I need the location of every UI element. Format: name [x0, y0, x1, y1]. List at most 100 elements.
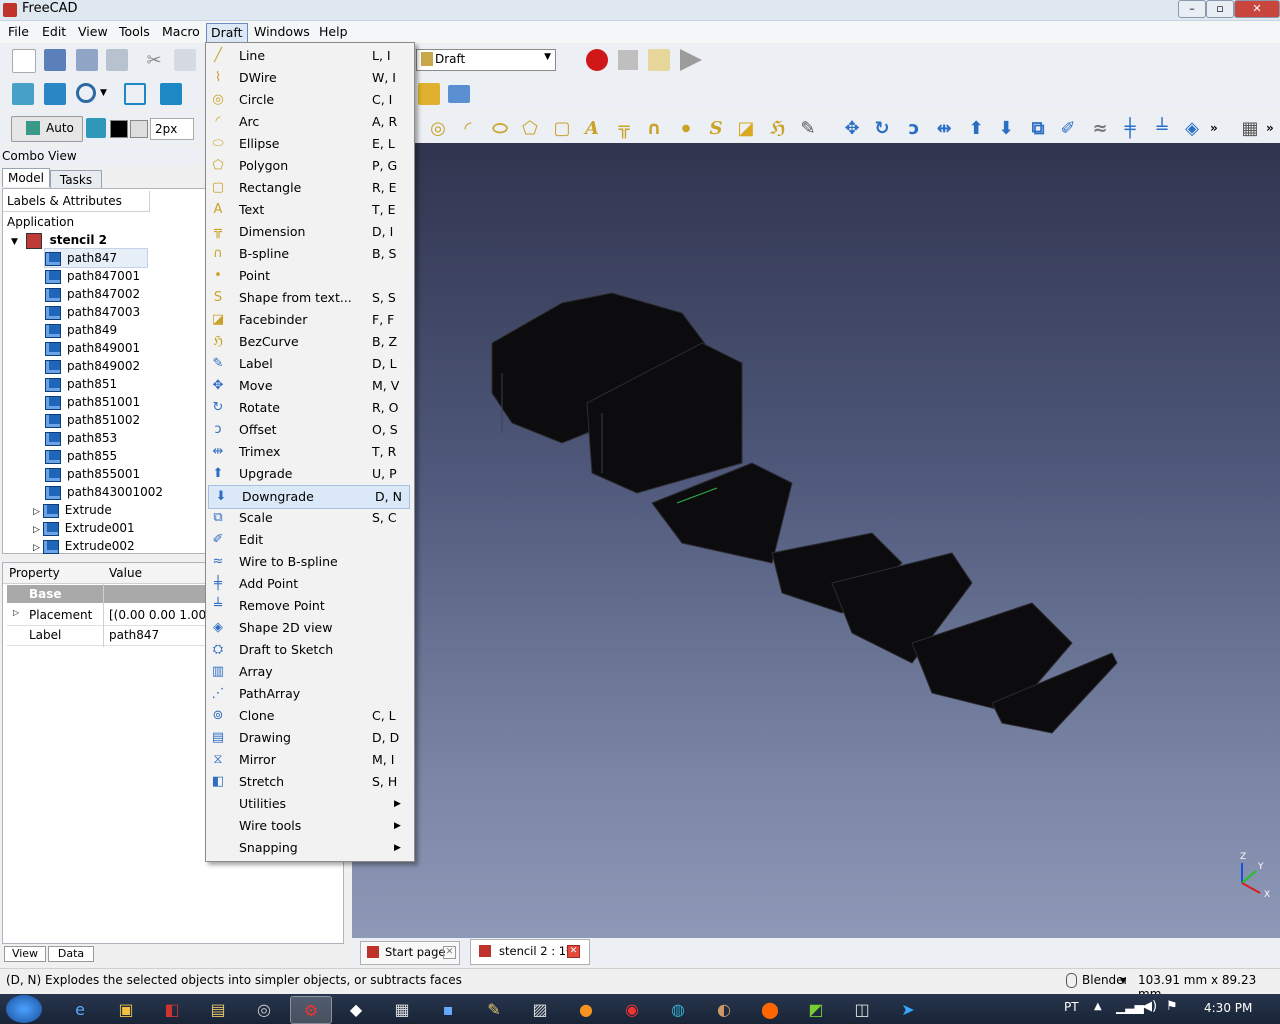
copy-icon[interactable]: [174, 49, 196, 71]
tree-item[interactable]: path851: [45, 375, 117, 393]
menu-item-downgrade[interactable]: ⬇ Downgrade D, N: [208, 485, 410, 509]
menu-item-wire-tools[interactable]: Wire tools ▶: [206, 815, 414, 837]
menu-tools[interactable]: Tools: [115, 23, 154, 41]
menu-item-trimex[interactable]: ⇹ Trimex T, R: [206, 441, 414, 463]
fit-all-icon[interactable]: [12, 83, 34, 105]
menu-item-upgrade[interactable]: ⬆ Upgrade U, P: [206, 463, 414, 485]
save-icon[interactable]: [76, 49, 98, 71]
tree-item[interactable]: path849: [45, 321, 117, 339]
workbench-selector[interactable]: Draft ▼: [416, 49, 556, 71]
tree-item[interactable]: path855: [45, 447, 117, 465]
tab-model[interactable]: Model: [2, 168, 50, 187]
tree-item[interactable]: ▷ Extrude001: [33, 519, 135, 537]
firefox-icon[interactable]: ●: [566, 996, 606, 1022]
expand-arrow-icon[interactable]: ▷: [13, 608, 19, 617]
rectangle-icon[interactable]: ▢: [550, 116, 574, 140]
move-icon[interactable]: ✥: [840, 116, 864, 140]
tree-item[interactable]: ▷ Extrude002: [33, 537, 135, 555]
menu-item-stretch[interactable]: ◧ Stretch S, H: [206, 771, 414, 793]
flag-icon[interactable]: ⚑: [1166, 999, 1178, 1014]
volume-icon[interactable]: ◀): [1142, 999, 1157, 1014]
toolbar-overflow-icon[interactable]: »: [1266, 121, 1274, 135]
app-icon[interactable]: ▨: [520, 996, 560, 1022]
draw-style-icon[interactable]: [76, 83, 96, 103]
bezcurve-icon[interactable]: ℌ: [766, 116, 790, 140]
property-value[interactable]: [(0.00 0.00 1.00); 0...: [109, 608, 209, 622]
app-icon[interactable]: ◫: [842, 996, 882, 1022]
app-icon[interactable]: ✎: [474, 996, 514, 1022]
line-width-spinbox[interactable]: 2px: [150, 118, 194, 140]
remove-point-icon[interactable]: ╧: [1150, 116, 1174, 140]
ellipse-icon[interactable]: ⬭: [488, 116, 512, 140]
telegram-icon[interactable]: ➤: [888, 996, 928, 1022]
menu-item-snapping[interactable]: Snapping ▶: [206, 837, 414, 859]
tab-stencil-document[interactable]: stencil 2 : 1* ✕: [470, 939, 590, 965]
close-tab-icon[interactable]: ✕: [443, 946, 456, 959]
tree-item[interactable]: path851002: [45, 411, 140, 429]
clock[interactable]: 4:30 PM: [1204, 1001, 1252, 1015]
group-icon[interactable]: [448, 85, 470, 103]
tree-document-row[interactable]: ▼ stencil 2: [11, 231, 107, 249]
edit-icon[interactable]: ✐: [1056, 116, 1080, 140]
cut-icon[interactable]: ✂: [142, 48, 166, 72]
start-button[interactable]: [6, 995, 42, 1023]
menu-item-drawing[interactable]: ▤ Drawing D, D: [206, 727, 414, 749]
menu-item-add-point[interactable]: ╪ Add Point: [206, 573, 414, 595]
app-icon[interactable]: ▪: [428, 996, 468, 1022]
tree-item[interactable]: path847: [44, 248, 148, 268]
menu-item-point[interactable]: • Point: [206, 265, 414, 287]
menu-item-rotate[interactable]: ↻ Rotate R, O: [206, 397, 414, 419]
tree-item[interactable]: path847003: [45, 303, 140, 321]
network-icon[interactable]: ▁▃▅: [1116, 1000, 1144, 1014]
chevron-down-icon[interactable]: ▼: [1120, 976, 1126, 985]
freecad-taskbar-icon[interactable]: ⚙: [290, 996, 332, 1024]
menu-item-shape-from-text[interactable]: S Shape from text... S, S: [206, 287, 414, 309]
tab-view[interactable]: View: [4, 946, 46, 962]
label-icon[interactable]: ✎: [796, 116, 820, 140]
wire-to-bspline-icon[interactable]: ≈: [1088, 116, 1112, 140]
tree-item[interactable]: path847002: [45, 285, 140, 303]
text-icon[interactable]: A: [580, 116, 604, 140]
open-icon[interactable]: [44, 49, 66, 71]
menu-item-arc[interactable]: ◜ Arc A, R: [206, 111, 414, 133]
rotate-icon[interactable]: ↻: [870, 116, 894, 140]
maximize-button[interactable]: ▫: [1206, 0, 1234, 18]
grid-icon[interactable]: ▦: [1238, 116, 1262, 140]
shapestring-icon[interactable]: S: [704, 116, 728, 140]
menu-item-shape-2d-view[interactable]: ◈ Shape 2D view: [206, 617, 414, 639]
line-color-swatch[interactable]: [110, 120, 128, 138]
menu-item-array[interactable]: ▥ Array: [206, 661, 414, 683]
menu-item-dwire[interactable]: ⌇ DWire W, I: [206, 67, 414, 89]
new-document-icon[interactable]: [12, 49, 36, 73]
menu-macro[interactable]: Macro: [158, 23, 204, 41]
menu-item-utilities[interactable]: Utilities ▶: [206, 793, 414, 815]
fit-selection-icon[interactable]: [44, 83, 66, 105]
menu-item-facebinder[interactable]: ◪ Facebinder F, F: [206, 309, 414, 331]
ie-icon[interactable]: e: [60, 996, 100, 1022]
tree-item[interactable]: path855001: [45, 465, 140, 483]
menu-edit[interactable]: Edit: [38, 23, 70, 41]
app-icon[interactable]: ◩: [796, 996, 836, 1022]
tree-item[interactable]: path843001002: [45, 483, 163, 501]
app-icon[interactable]: ◉: [612, 996, 652, 1022]
scale-icon[interactable]: ⧉: [1026, 116, 1050, 140]
property-value[interactable]: path847: [109, 628, 159, 642]
upgrade-icon[interactable]: ⬆: [964, 116, 988, 140]
menu-item-b-spline[interactable]: ∩ B-spline B, S: [206, 243, 414, 265]
menu-windows[interactable]: Windows: [250, 23, 314, 41]
tree-item[interactable]: path849001: [45, 339, 140, 357]
language-indicator[interactable]: PT: [1064, 1000, 1079, 1014]
facebinder-icon[interactable]: ◪: [734, 116, 758, 140]
minimize-button[interactable]: –: [1178, 0, 1206, 18]
app-icon[interactable]: ◎: [244, 996, 284, 1022]
calculator-icon[interactable]: ▦: [382, 996, 422, 1022]
dimension-icon[interactable]: ╦: [612, 116, 636, 140]
part-icon[interactable]: [418, 83, 440, 105]
menu-item-patharray[interactable]: ⋰ PathArray: [206, 683, 414, 705]
menu-item-offset[interactable]: ↄ Offset O, S: [206, 419, 414, 441]
front-view-icon[interactable]: [160, 83, 182, 105]
menu-item-mirror[interactable]: ⧖ Mirror M, I: [206, 749, 414, 771]
menu-item-ellipse[interactable]: ⬭ Ellipse E, L: [206, 133, 414, 155]
app-icon[interactable]: ◍: [658, 996, 698, 1022]
menu-draft[interactable]: Draft: [206, 23, 248, 43]
